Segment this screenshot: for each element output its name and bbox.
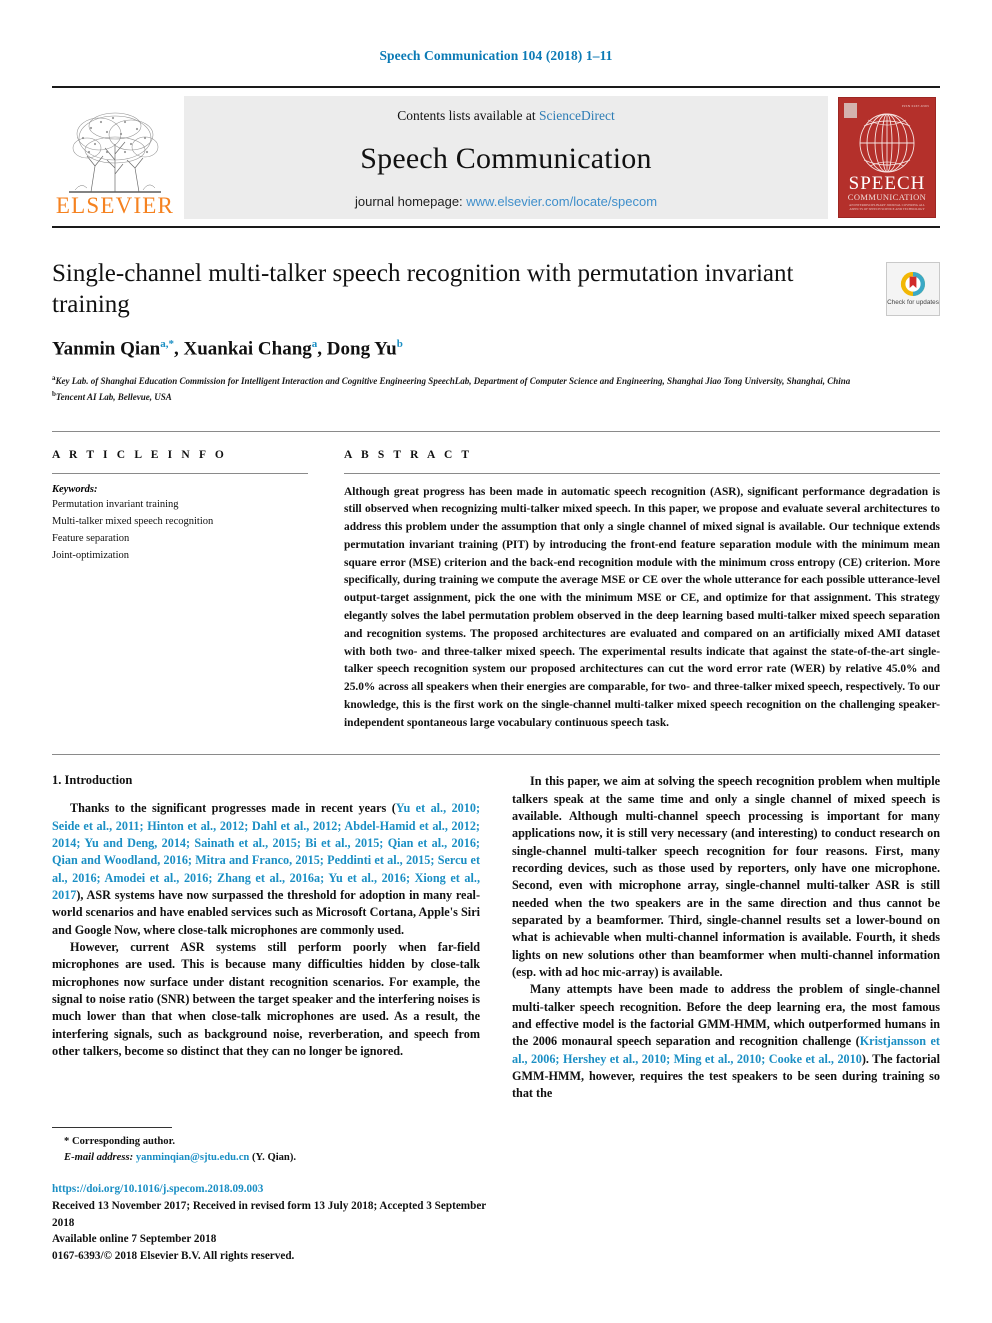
cover-globe-icon	[859, 113, 915, 173]
paragraph: In this paper, we aim at solving the spe…	[512, 773, 940, 981]
author-list: Yanmin Qiana,*, Xuankai Changa, Dong Yub	[52, 338, 866, 360]
contents-available-line: Contents lists available at ScienceDirec…	[397, 108, 614, 124]
contents-prefix: Contents lists available at	[397, 108, 539, 123]
affiliation-text: Key Lab. of Shanghai Education Commissio…	[55, 375, 851, 386]
affiliation-item: aKey Lab. of Shanghai Education Commissi…	[52, 373, 866, 389]
corresponding-author-note: * Corresponding author.	[52, 1134, 492, 1150]
abstract-heading: A B S T R A C T	[344, 448, 473, 461]
footnote-rule	[52, 1127, 172, 1129]
author-separator: ,	[317, 337, 327, 359]
paragraph: Many attempts have been made to address …	[512, 981, 940, 1102]
body-column-left: 1. Introduction Thanks to the significan…	[52, 773, 480, 1102]
info-abstract-row: A R T I C L E I N F O Keywords: Permutat…	[52, 449, 940, 733]
homepage-prefix: journal homepage:	[354, 194, 467, 209]
body-column-right: In this paper, we aim at solving the spe…	[512, 773, 940, 1102]
author-name: Xuankai Chang	[183, 337, 312, 359]
article-info-heading: A R T I C L E I N F O	[52, 448, 227, 461]
abstract-column: A B S T R A C T Although great progress …	[344, 449, 940, 733]
journal-cover-thumbnail: ISSN 0167-6393 SPEECH COMMUNICATION AN I…	[834, 96, 940, 219]
sciencedirect-link[interactable]: ScienceDirect	[539, 108, 615, 123]
section-title-introduction: 1. Introduction	[52, 773, 133, 788]
abstract-rule	[344, 472, 940, 474]
article-info-column: A R T I C L E I N F O Keywords: Permutat…	[52, 449, 344, 733]
elsevier-logo: ELSEVIER	[52, 96, 178, 219]
article-info-rule	[52, 472, 308, 474]
paragraph-text: Thanks to the significant progresses mad…	[70, 801, 396, 816]
journal-cover-image: ISSN 0167-6393 SPEECH COMMUNICATION AN I…	[838, 97, 936, 218]
corresponding-marker: *	[64, 1136, 70, 1148]
email-link[interactable]: yanminqian@sjtu.edu.cn	[136, 1152, 249, 1163]
author-affiliation-marker[interactable]: a,*	[160, 338, 174, 350]
cover-fineprint: AN INTERDISCIPLINARY JOURNAL COVERING AL…	[849, 203, 925, 212]
paragraph-text: However, current ASR systems still perfo…	[52, 940, 480, 1059]
author-name: Dong Yu	[326, 337, 397, 359]
received-line: Received 13 November 2017; Received in r…	[52, 1199, 487, 1229]
journal-homepage-line: journal homepage: www.elsevier.com/locat…	[355, 194, 657, 209]
page-title: Single-channel multi-talker speech recog…	[52, 260, 794, 319]
abstract-text: Although great progress has been made in…	[344, 485, 940, 729]
email-note: E-mail address: yanminqian@sjtu.edu.cn (…	[52, 1150, 492, 1166]
footer-metadata: https://doi.org/10.1016/j.specom.2018.09…	[52, 1181, 492, 1265]
journal-homepage-link[interactable]: www.elsevier.com/locate/specom	[466, 194, 657, 209]
paper-page: Speech Communication 104 (2018) 1–11 ELS…	[0, 0, 992, 1323]
cover-title-communication: COMMUNICATION	[847, 192, 927, 202]
journal-title: Speech Communication	[360, 142, 652, 175]
email-label: E-mail address:	[64, 1152, 134, 1164]
paragraph-text: In this paper, we aim at solving the spe…	[512, 774, 940, 980]
elsevier-tree-icon	[69, 112, 161, 193]
crossmark-label: Check for updates	[887, 299, 939, 306]
page-footer: * Corresponding author. E-mail address: …	[52, 1127, 492, 1265]
paragraph: Thanks to the significant progresses mad…	[52, 800, 480, 939]
affiliation-item: bTencent AI Lab, Bellevue, USA	[52, 389, 866, 405]
corresponding-text: Corresponding author.	[71, 1136, 175, 1148]
copyright-line: 0167-6393/© 2018 Elsevier B.V. All right…	[52, 1250, 295, 1263]
masthead-bottom-rule	[52, 226, 940, 228]
affiliation-list: aKey Lab. of Shanghai Education Commissi…	[52, 373, 866, 405]
keyword-item: Permutation invariant training	[52, 498, 179, 510]
cover-corner-text: ISSN 0167-6393	[901, 104, 929, 108]
article-title-block: Single-channel multi-talker speech recog…	[52, 258, 940, 405]
crossmark-logo-icon	[900, 272, 925, 296]
author-affiliation-marker[interactable]: b	[397, 338, 403, 350]
running-head: Speech Communication 104 (2018) 1–11	[379, 48, 613, 63]
journal-masthead: ELSEVIER Contents lists available at Sci…	[52, 86, 940, 219]
affiliation-text: Tencent AI Lab, Bellevue, USA	[55, 391, 172, 402]
body-columns: 1. Introduction Thanks to the significan…	[52, 773, 940, 1102]
paragraph-text: ), ASR systems have now surpassed the th…	[52, 888, 480, 937]
keyword-item: Feature separation	[52, 532, 130, 544]
journal-band: Contents lists available at ScienceDirec…	[184, 96, 828, 219]
keyword-item: Multi-talker mixed speech recognition	[52, 515, 214, 527]
paragraph: However, current ASR systems still perfo…	[52, 939, 480, 1060]
info-section-top-rule	[52, 430, 940, 432]
available-online-line: Available online 7 September 2018	[52, 1233, 217, 1246]
email-suffix: (Y. Qian).	[251, 1152, 297, 1164]
crossmark-badge[interactable]: Check for updates	[886, 262, 940, 316]
doi-link[interactable]: https://doi.org/10.1016/j.specom.2018.09…	[52, 1183, 263, 1195]
title-and-authors: Single-channel multi-talker speech recog…	[52, 258, 886, 405]
body-top-rule	[52, 754, 940, 756]
elsevier-wordmark: ELSEVIER	[55, 193, 175, 218]
doi-line: https://doi.org/10.1016/j.specom.2018.09…	[52, 1181, 492, 1198]
keywords-label: Keywords:	[52, 483, 98, 495]
keyword-item: Joint-optimization	[52, 549, 129, 561]
cover-title-speech: SPEECH	[848, 173, 926, 194]
author-name: Yanmin Qian	[52, 337, 161, 359]
citation-link[interactable]: Yu et al., 2010; Seide et al., 2011; Hin…	[52, 801, 480, 902]
